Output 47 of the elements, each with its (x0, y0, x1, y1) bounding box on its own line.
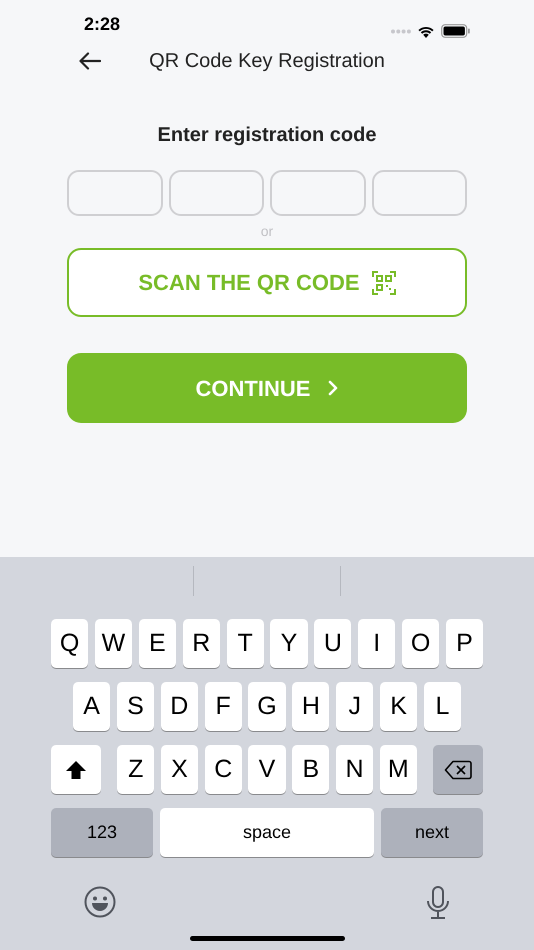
keyboard-key[interactable]: L (424, 682, 462, 731)
keyboard-key[interactable]: S (116, 682, 154, 731)
keyboard-key[interactable]: D (160, 682, 198, 731)
keyboard-key[interactable]: Y (270, 619, 308, 668)
keyboard-key[interactable]: G (248, 682, 286, 731)
keyboard-key[interactable]: V (248, 745, 286, 794)
keyboard-key[interactable]: T (226, 619, 264, 668)
keyboard-key[interactable]: X (160, 745, 198, 794)
qr-code-icon (372, 270, 396, 294)
screen-title: QR Code Key Registration (149, 49, 385, 74)
space-key[interactable]: space (160, 808, 374, 857)
form-heading: Enter registration code (158, 123, 376, 148)
keyboard-key[interactable]: K (380, 682, 418, 731)
delete-icon (444, 760, 472, 780)
code-input-field[interactable] (168, 170, 264, 216)
keyboard-key[interactable]: C (204, 745, 242, 794)
keyboard-key[interactable]: O (402, 619, 440, 668)
code-input-field[interactable] (270, 170, 366, 216)
keyboard-key[interactable]: E (138, 619, 176, 668)
keyboard-key[interactable]: R (182, 619, 220, 668)
emoji-icon[interactable] (84, 886, 116, 918)
shift-arrow-icon (65, 760, 87, 780)
keyboard-key[interactable]: J (336, 682, 374, 731)
keyboard-key[interactable]: Z (117, 745, 154, 794)
keyboard-key[interactable]: N (336, 745, 374, 794)
keyboard-key[interactable]: H (292, 682, 330, 731)
keyboard-key[interactable]: Q (51, 619, 88, 668)
keyboard-key[interactable]: F (204, 682, 242, 731)
next-key[interactable]: next (381, 808, 483, 857)
numbers-key[interactable]: 123 (51, 808, 153, 857)
keyboard-key[interactable]: A (73, 682, 110, 731)
keyboard-key[interactable]: W (94, 619, 132, 668)
signal-icon (391, 28, 411, 34)
keyboard-key[interactable]: P (446, 619, 484, 668)
delete-key[interactable] (433, 745, 484, 794)
chevron-right-icon (328, 380, 338, 396)
microphone-icon[interactable] (426, 886, 450, 920)
shift-key[interactable] (51, 745, 101, 794)
wifi-icon (417, 24, 435, 38)
battery-icon (441, 24, 470, 38)
keyboard-key[interactable]: B (292, 745, 330, 794)
code-input-field[interactable] (372, 170, 467, 216)
status-time: 2:28 (84, 13, 120, 36)
keyboard-key[interactable]: M (380, 745, 417, 794)
keyboard-key[interactable]: I (358, 619, 396, 668)
code-input-field[interactable] (67, 170, 162, 216)
keyboard-key[interactable]: U (314, 619, 352, 668)
